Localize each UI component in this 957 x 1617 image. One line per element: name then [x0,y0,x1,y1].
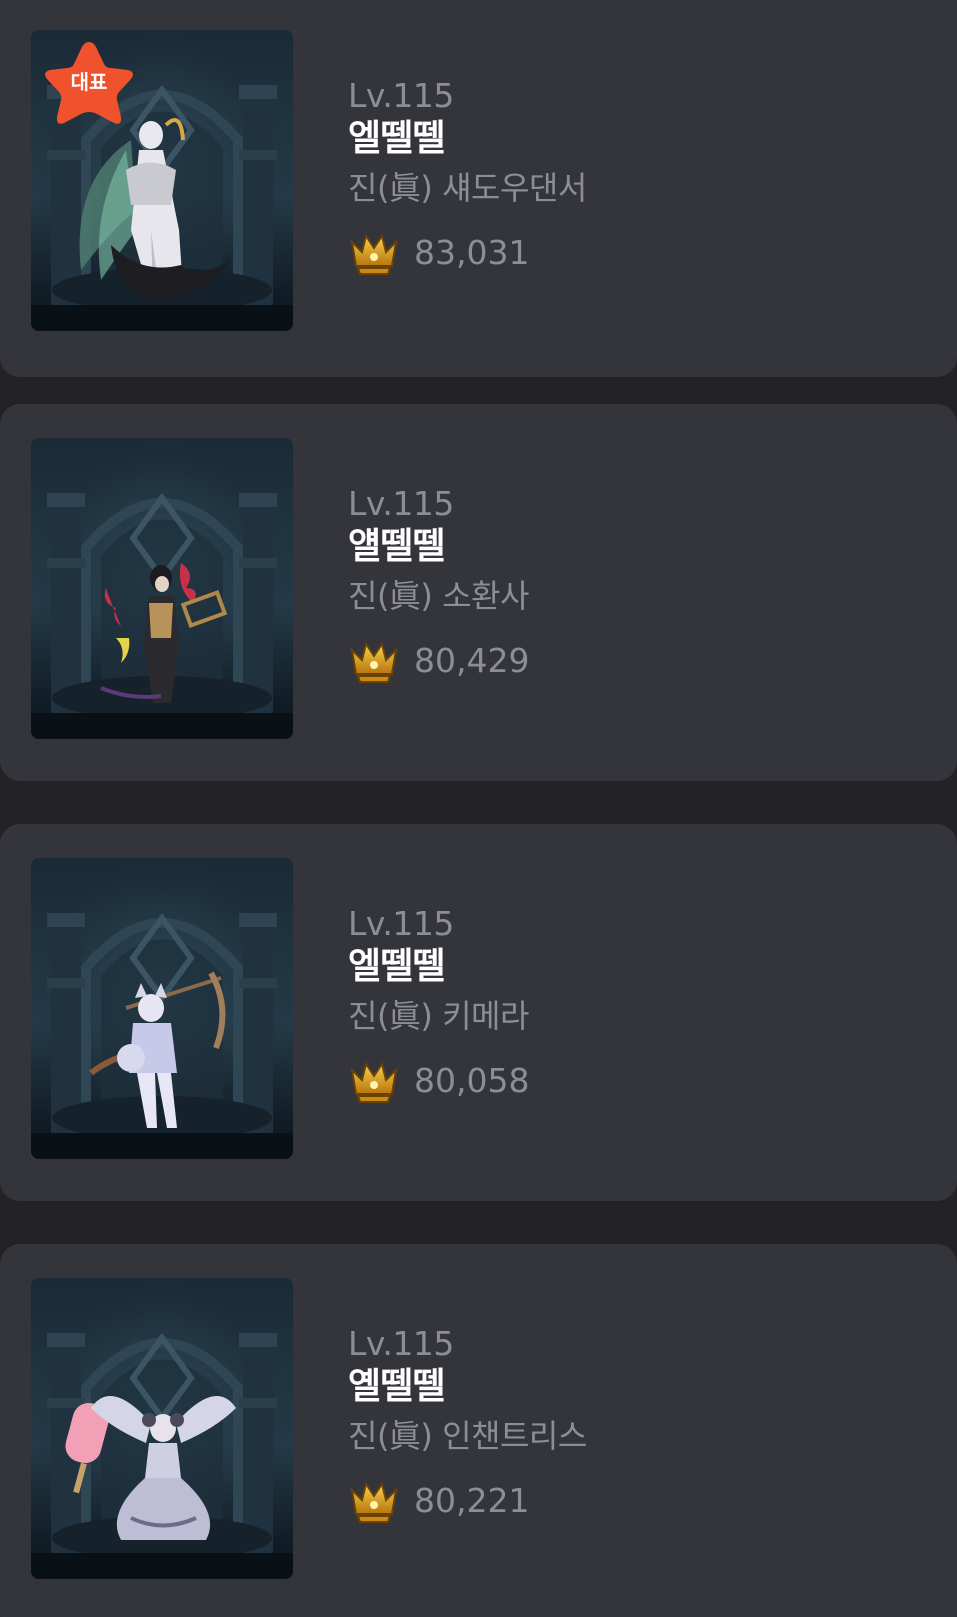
character-portrait-image [31,1278,293,1579]
character-level: Lv.115 [348,76,454,115]
character-portrait-image [31,438,293,739]
character-list: 대표 Lv.115 엘뗄뗄 진(眞) 섀도우댄서 83,031 Lv.115 얠… [0,0,957,1617]
fame-row: 80,058 [348,1054,529,1106]
character-info: Lv.115 엘뗄뗄 진(眞) 섀도우댄서 83,031 [348,76,587,278]
fame-crown-icon [350,1061,398,1103]
character-name: 엘뗄뗄 [348,118,445,159]
fame-crown-icon [350,233,398,275]
character-job: 진(眞) 키메라 [348,997,529,1035]
fame-value: 80,221 [414,1480,530,1520]
character-info: Lv.115 엘뗄뗄 진(眞) 키메라 80,058 [348,904,529,1106]
fame-row: 80,429 [348,634,529,686]
character-job: 진(眞) 소환사 [348,577,529,615]
fame-crown-icon [350,1481,398,1523]
character-portrait [31,1278,293,1579]
representative-badge: 대표 [41,38,137,130]
fame-value: 83,031 [414,232,530,272]
character-info: Lv.115 얠뗄뗄 진(眞) 소환사 80,429 [348,484,529,686]
character-card[interactable]: Lv.115 얠뗄뗄 진(眞) 소환사 80,429 [0,404,957,781]
character-name: 옐뗄뗄 [348,1366,445,1407]
character-card[interactable]: 대표 Lv.115 엘뗄뗄 진(眞) 섀도우댄서 83,031 [0,0,957,377]
fame-crown-icon [350,641,398,683]
character-name: 엘뗄뗄 [348,946,445,987]
character-card[interactable]: Lv.115 엘뗄뗄 진(眞) 키메라 80,058 [0,824,957,1201]
fame-row: 83,031 [348,226,587,278]
badge-label: 대표 [70,70,108,94]
character-card[interactable]: Lv.115 옐뗄뗄 진(眞) 인챈트리스 80,221 [0,1244,957,1617]
character-job: 진(眞) 섀도우댄서 [348,169,587,207]
character-name: 얠뗄뗄 [348,526,445,567]
character-level: Lv.115 [348,1324,454,1363]
character-level: Lv.115 [348,904,454,943]
character-job: 진(眞) 인챈트리스 [348,1417,587,1455]
character-portrait [31,438,293,739]
character-info: Lv.115 옐뗄뗄 진(眞) 인챈트리스 80,221 [348,1324,587,1526]
fame-value: 80,429 [414,640,530,680]
character-level: Lv.115 [348,484,454,523]
fame-row: 80,221 [348,1474,587,1526]
character-portrait: 대표 [31,30,293,331]
fame-value: 80,058 [414,1060,530,1100]
character-portrait [31,858,293,1159]
character-portrait-image [31,858,293,1159]
